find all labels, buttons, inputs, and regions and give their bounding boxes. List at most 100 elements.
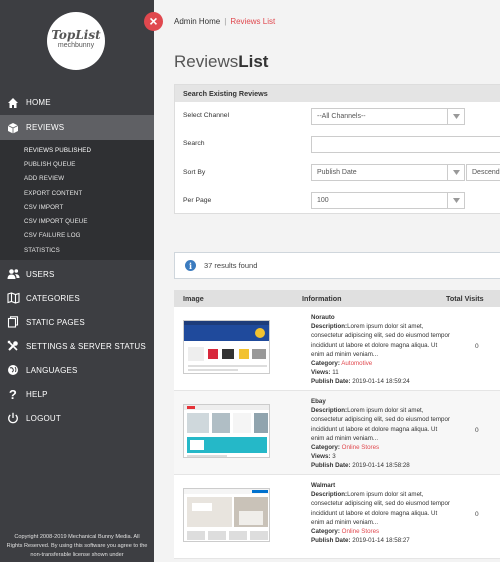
nav-label: LOGOUT — [26, 413, 61, 423]
publish-date-label: Publish Date: — [311, 378, 351, 386]
review-name[interactable]: Ebay — [311, 397, 451, 406]
nav-label: REVIEWS — [26, 123, 65, 132]
nav-item-categories[interactable]: CATEGORIES — [0, 286, 154, 310]
reviews-submenu: REVIEWS PUBLISHED PUBLISH QUEUE ADD REVI… — [0, 140, 154, 261]
submenu-item-csv-import[interactable]: CSV IMPORT — [0, 200, 154, 214]
channel-select[interactable]: --All Channels-- — [311, 108, 465, 125]
nav-label: USERS — [26, 269, 55, 279]
review-info: Norauto Description:Lorem ipsum dolor si… — [311, 313, 451, 387]
box-icon — [6, 121, 20, 135]
review-category[interactable]: Online Stores — [342, 444, 380, 451]
logo-area: TopList mechbunny — [0, 0, 154, 90]
nav-item-languages[interactable]: LANGUAGES — [0, 358, 154, 382]
table-row[interactable]: Ebay Description:Lorem ipsum dolor sit a… — [174, 391, 500, 475]
review-views: 3 — [332, 453, 336, 461]
nav-label: CATEGORIES — [26, 293, 80, 303]
breadcrumb-current[interactable]: Reviews List — [230, 17, 275, 26]
power-icon — [6, 411, 20, 425]
review-thumbnail[interactable] — [183, 404, 270, 458]
copyright-text: Copyright 2008-2019 Mechanical Bunny Med… — [6, 534, 148, 558]
description-label: Description: — [311, 491, 348, 499]
users-icon — [6, 267, 20, 281]
review-publish-date: 2019-01-14 18:58:27 — [352, 537, 410, 545]
submenu-item-export-content[interactable]: EXPORT CONTENT — [0, 186, 154, 200]
pages-icon — [6, 315, 20, 329]
nav-item-help[interactable]: ? HELP — [0, 382, 154, 406]
submenu-item-csv-import-queue[interactable]: CSV IMPORT QUEUE — [0, 214, 154, 228]
channel-label: Select Channel — [183, 112, 230, 119]
page-title-light: Reviews — [174, 52, 239, 71]
review-category[interactable]: Online Stores — [342, 528, 380, 535]
submenu-item-reviews-published[interactable]: REVIEWS PUBLISHED — [0, 143, 154, 157]
per-page-select[interactable]: 100 — [311, 192, 465, 209]
page-title-bold: List — [238, 52, 269, 71]
review-total-visits: 0 — [475, 511, 479, 518]
review-total-visits: 0 — [475, 427, 479, 434]
column-header-total-visits[interactable]: Total Visits — [446, 294, 500, 303]
nav-label: STATIC PAGES — [26, 317, 85, 327]
submenu-item-statistics[interactable]: STATISTICS — [0, 243, 154, 257]
sort-label: Sort By — [183, 169, 206, 176]
review-category[interactable]: Automotive — [341, 360, 372, 367]
sort-direction-select[interactable]: Descend — [466, 164, 500, 181]
review-thumbnail[interactable] — [183, 488, 270, 542]
nav-label: HOME — [26, 98, 51, 107]
channel-select-value: --All Channels-- — [317, 113, 366, 120]
views-label: Views: — [311, 453, 331, 461]
info-icon: i — [185, 260, 196, 271]
column-header-information[interactable]: Information — [302, 294, 446, 303]
chevron-down-icon — [447, 165, 464, 180]
review-thumbnail[interactable] — [183, 320, 270, 374]
logo-subtitle: mechbunny — [57, 42, 95, 49]
map-icon — [6, 291, 20, 305]
review-name[interactable]: Norauto — [311, 313, 451, 322]
nav-item-reviews[interactable]: REVIEWS — [0, 115, 154, 140]
per-page-value: 100 — [317, 197, 329, 204]
review-name[interactable]: Walmart — [311, 481, 451, 490]
nav-item-users[interactable]: USERS — [0, 262, 154, 286]
nav-item-settings[interactable]: SETTINGS & SERVER STATUS — [0, 334, 154, 358]
logo-title: TopList — [51, 28, 101, 42]
tools-icon — [6, 339, 20, 353]
breadcrumb-home[interactable]: Admin Home — [174, 17, 220, 26]
nav-item-logout[interactable]: LOGOUT — [0, 406, 154, 430]
results-info-bar: i 37 results found — [174, 252, 500, 279]
review-views: 11 — [332, 369, 339, 377]
submenu-item-add-review[interactable]: ADD REVIEW — [0, 172, 154, 186]
search-label: Search — [183, 140, 205, 147]
category-label: Category: — [311, 528, 340, 536]
column-header-image[interactable]: Image — [174, 294, 302, 303]
table-row[interactable]: Norauto Description:Lorem ipsum dolor si… — [174, 307, 500, 391]
review-publish-date: 2019-01-14 18:58:28 — [352, 462, 410, 470]
description-label: Description: — [311, 323, 348, 331]
close-icon[interactable]: × — [144, 12, 163, 31]
question-icon: ? — [8, 386, 18, 402]
review-info: Ebay Description:Lorem ipsum dolor sit a… — [311, 397, 451, 471]
nav-item-home[interactable]: HOME — [0, 90, 154, 115]
chevron-down-icon — [447, 109, 464, 124]
review-info: Walmart Description:Lorem ipsum dolor si… — [311, 481, 451, 545]
publish-date-label: Publish Date: — [311, 537, 351, 545]
search-input[interactable] — [311, 136, 500, 153]
submenu-item-csv-failure-log[interactable]: CSV FAILURE LOG — [0, 229, 154, 243]
home-icon — [6, 96, 20, 110]
nav-label: SETTINGS & SERVER STATUS — [26, 341, 146, 351]
sort-by-value: Publish Date — [317, 169, 357, 176]
secondary-nav: USERS CATEGORIES STATIC PAGES SETTINGS &… — [0, 262, 154, 430]
nav-item-static-pages[interactable]: STATIC PAGES — [0, 310, 154, 334]
breadcrumb-separator: | — [224, 17, 227, 26]
logo[interactable]: TopList mechbunny — [47, 12, 105, 70]
search-panel: Search Existing Reviews Select Channel -… — [174, 84, 500, 214]
chevron-down-icon — [447, 193, 464, 208]
nav-label: HELP — [26, 389, 48, 399]
review-publish-date: 2019-01-14 18:59:24 — [352, 378, 410, 386]
main-content: Admin Home | Reviews List ReviewsList Se… — [154, 0, 500, 562]
search-panel-heading: Search Existing Reviews — [175, 85, 500, 102]
table-row[interactable]: Walmart Description:Lorem ipsum dolor si… — [174, 475, 500, 559]
review-total-visits: 0 — [475, 343, 479, 350]
sort-by-select[interactable]: Publish Date — [311, 164, 465, 181]
page-title: ReviewsList — [174, 52, 268, 72]
submenu-item-publish-queue[interactable]: PUBLISH QUEUE — [0, 157, 154, 171]
sort-direction-value: Descend — [472, 169, 500, 176]
results-count: 37 results found — [204, 261, 258, 270]
